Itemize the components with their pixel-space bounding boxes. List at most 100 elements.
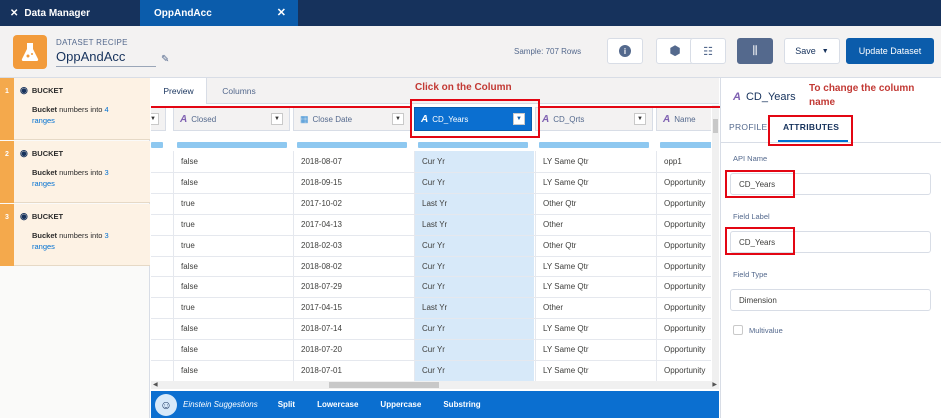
table-cell[interactable]: Last Yr [422, 303, 527, 312]
table-cell[interactable]: false [181, 178, 286, 187]
scroll-thumb[interactable] [329, 382, 439, 388]
table-cell[interactable]: false [181, 345, 286, 354]
multivalue-checkbox[interactable] [733, 325, 743, 335]
field-type-field[interactable]: Dimension [730, 289, 931, 311]
table-cell[interactable]: true [181, 303, 286, 312]
bucket-count-link[interactable]: 3 [105, 168, 109, 177]
table-cell[interactable]: Last Yr [422, 220, 527, 229]
table-cell[interactable]: Opportunity [664, 241, 711, 250]
table-cell[interactable]: Other [543, 220, 648, 229]
chevron-down-icon[interactable]: ▼ [392, 113, 404, 125]
table-cell[interactable]: LY Same Qtr [543, 282, 648, 291]
table-cell[interactable]: 2018-07-01 [301, 366, 406, 375]
preview-toggle-button[interactable]: ⫼ [737, 38, 773, 64]
scroll-thumb[interactable] [713, 119, 718, 133]
table-cell[interactable]: true [181, 220, 286, 229]
chevron-down-icon[interactable]: ▼ [634, 113, 646, 125]
table-cell[interactable]: Opportunity [664, 366, 711, 375]
substring-action[interactable]: Substring [443, 400, 480, 409]
table-cell[interactable]: LY Same Qtr [543, 324, 648, 333]
vertical-scrollbar[interactable] [712, 105, 719, 381]
split-action[interactable]: Split [278, 400, 295, 409]
table-cell[interactable]: 2018-07-29 [301, 282, 406, 291]
table-cell[interactable]: Other Qtr [543, 199, 648, 208]
table-cell[interactable]: 2017-04-15 [301, 303, 406, 312]
table-cell[interactable]: Opportunity [664, 220, 711, 229]
table-cell[interactable]: Opportunity [664, 262, 711, 271]
ranges-link[interactable]: ranges [32, 242, 55, 251]
data-manager-tab[interactable]: ✕ Data Manager [0, 0, 140, 26]
table-cell[interactable]: false [181, 366, 286, 375]
bucket-node[interactable]: 1 ◉ BUCKET Bucket numbers into 4 ranges [0, 78, 150, 140]
pencil-icon[interactable]: ✎ [161, 54, 169, 65]
column-header-cd-qrts[interactable]: A CD_Qrts ▼ [535, 107, 653, 131]
table-cell[interactable]: Other [543, 303, 648, 312]
table-cell[interactable]: false [181, 262, 286, 271]
horizontal-scrollbar[interactable]: ◀ ▶ [151, 381, 719, 389]
column-view-button[interactable]: ☷ [690, 38, 726, 64]
chevron-down-icon[interactable]: ▼ [151, 113, 159, 125]
table-cell[interactable]: Cur Yr [422, 262, 527, 271]
bucket-node[interactable]: 2 ◉ BUCKET Bucket numbers into 3 ranges [0, 141, 150, 203]
table-cell[interactable]: Opportunity [664, 303, 711, 312]
column-header-close-date[interactable]: ▦ Close Date ▼ [293, 107, 411, 131]
table-cell[interactable]: Cur Yr [422, 345, 527, 354]
table-cell[interactable]: opp1 [664, 157, 711, 166]
table-cell[interactable]: 2018-02-03 [301, 241, 406, 250]
table-cell[interactable]: LY Same Qtr [543, 345, 648, 354]
table-cell[interactable]: Opportunity [664, 178, 711, 187]
table-cell[interactable]: 2018-07-20 [301, 345, 406, 354]
table-cell[interactable]: 2018-07-14 [301, 324, 406, 333]
bucket-count-link[interactable]: 4 [105, 105, 109, 114]
table-cell[interactable]: false [181, 157, 286, 166]
column-header-closed[interactable]: A Closed ▼ [173, 107, 290, 131]
table-cell[interactable]: 2018-08-02 [301, 262, 406, 271]
table-cell[interactable]: Opportunity [664, 282, 711, 291]
tab-preview[interactable]: Preview [151, 78, 207, 104]
tab-profile[interactable]: PROFILE [729, 122, 767, 132]
table-cell[interactable]: Opportunity [664, 345, 711, 354]
table-cell[interactable]: 2017-04-13 [301, 220, 406, 229]
scroll-left-icon[interactable]: ◀ [153, 381, 158, 388]
tab-columns[interactable]: Columns [209, 78, 269, 104]
table-cell[interactable]: Other Qtr [543, 241, 648, 250]
bucket-count-link[interactable]: 3 [105, 231, 109, 240]
table-cell[interactable]: 2018-08-07 [301, 157, 406, 166]
scroll-right-icon[interactable]: ▶ [712, 381, 717, 388]
table-cell[interactable]: Cur Yr [422, 241, 527, 250]
table-cell[interactable]: Cur Yr [422, 178, 527, 187]
table-cell[interactable]: false [181, 282, 286, 291]
table-cell[interactable]: 2017-10-02 [301, 199, 406, 208]
column-header-partial[interactable]: ▼ [151, 107, 166, 131]
table-cell[interactable]: Cur Yr [422, 366, 527, 375]
table-cell[interactable]: Last Yr [422, 199, 527, 208]
chevron-down-icon[interactable]: ▼ [271, 113, 283, 125]
table-cell[interactable]: true [181, 241, 286, 250]
table-cell[interactable]: LY Same Qtr [543, 157, 648, 166]
table-cell[interactable]: Cur Yr [422, 157, 527, 166]
update-dataset-button[interactable]: Update Dataset [846, 38, 934, 64]
column-header-name[interactable]: A Name [656, 107, 711, 131]
table-cell[interactable]: Cur Yr [422, 282, 527, 291]
table-cell[interactable]: LY Same Qtr [543, 366, 648, 375]
table-cell[interactable]: false [181, 324, 286, 333]
table-cell[interactable]: LY Same Qtr [543, 178, 648, 187]
column-divider [293, 151, 294, 381]
uppercase-action[interactable]: Uppercase [380, 400, 421, 409]
table-cell[interactable]: Opportunity [664, 324, 711, 333]
save-button[interactable]: Save ▼ [784, 38, 840, 64]
table-cell[interactable]: 2018-09-15 [301, 178, 406, 187]
bucket-node[interactable]: 3 ◉ BUCKET Bucket numbers into 3 ranges [0, 204, 150, 266]
table-cell[interactable]: true [181, 199, 286, 208]
ranges-link[interactable]: ranges [32, 116, 55, 125]
table-cell[interactable]: LY Same Qtr [543, 262, 648, 271]
lowercase-action[interactable]: Lowercase [317, 400, 358, 409]
recipe-tab[interactable]: OppAndAcc ✕ [140, 0, 298, 26]
close-icon[interactable]: ✕ [277, 6, 286, 19]
add-node-button[interactable]: ⬢ [656, 38, 694, 64]
info-button[interactable]: i [607, 38, 643, 64]
table-cell[interactable]: Cur Yr [422, 324, 527, 333]
ranges-link[interactable]: ranges [32, 179, 55, 188]
recipe-name-field[interactable]: OppAndAcc [56, 49, 156, 67]
table-cell[interactable]: Opportunity [664, 199, 711, 208]
